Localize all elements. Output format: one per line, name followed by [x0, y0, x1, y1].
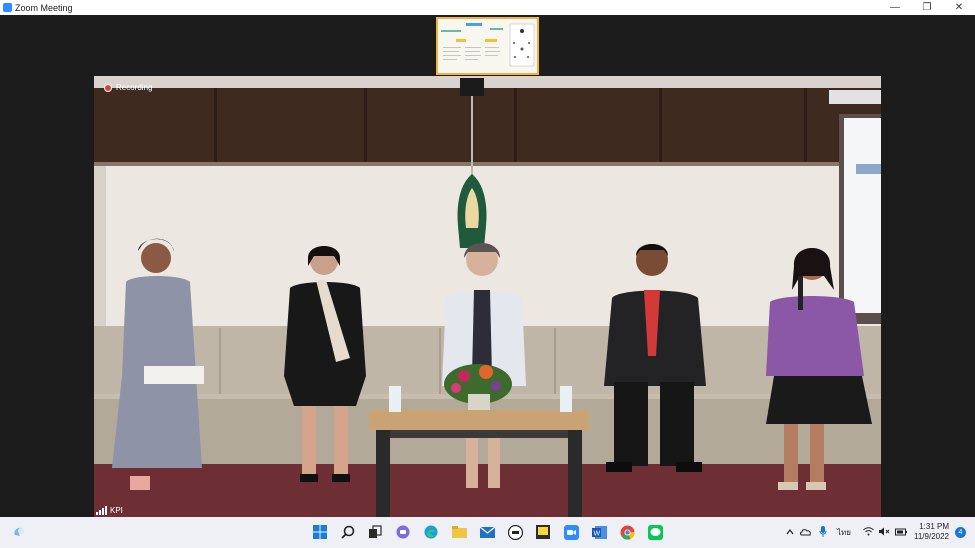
minimize-button[interactable]: —: [879, 0, 911, 15]
participant-name: KPI: [110, 506, 123, 515]
search-icon[interactable]: [340, 524, 356, 540]
zoom-icon[interactable]: [563, 524, 579, 540]
sticky-notes-icon[interactable]: [535, 524, 551, 540]
wifi-icon[interactable]: [863, 527, 874, 538]
mail-icon[interactable]: [479, 524, 495, 540]
clock-date: 11/9/2022: [914, 532, 949, 541]
shared-screen-content: [438, 19, 537, 73]
microphone-icon[interactable]: [819, 526, 827, 539]
clock[interactable]: 1:31 PM 11/9/2022: [914, 522, 949, 542]
system-tray: ไทย: [784, 517, 907, 548]
recording-dot-icon: [104, 83, 112, 92]
zoom-app-icon: [3, 3, 12, 12]
line-icon[interactable]: [647, 524, 663, 540]
window-controls: — ❐ ✕: [879, 0, 975, 15]
onedrive-icon[interactable]: [800, 528, 812, 538]
window-title: Zoom Meeting: [15, 2, 73, 13]
recording-indicator[interactable]: Recording: [104, 83, 152, 92]
recording-label: Recording: [116, 83, 153, 92]
chat-icon[interactable]: [395, 524, 411, 540]
title-bar: Zoom Meeting — ❐ ✕: [0, 0, 975, 15]
language-indicator[interactable]: ไทย: [837, 526, 851, 539]
widgets-icon[interactable]: [11, 524, 27, 540]
close-button[interactable]: ✕: [943, 0, 975, 15]
task-view-icon[interactable]: [367, 524, 383, 540]
maximize-button[interactable]: ❐: [911, 0, 943, 15]
signal-strength-icon: [96, 506, 107, 515]
volume-muted-icon[interactable]: [878, 527, 890, 538]
notification-badge[interactable]: 4: [955, 527, 966, 538]
dell-icon[interactable]: [507, 524, 523, 540]
start-icon[interactable]: [312, 524, 328, 540]
battery-icon[interactable]: [894, 528, 907, 538]
main-video[interactable]: Recording KPI: [94, 76, 881, 517]
taskbar: W ไทย 1:31 PM 11/9/2022 4: [0, 517, 975, 548]
file-explorer-icon[interactable]: [451, 524, 467, 540]
word-icon[interactable]: W: [591, 524, 607, 540]
shared-screen-thumbnail[interactable]: [436, 17, 539, 75]
clock-time: 1:31 PM: [919, 522, 949, 531]
video-scene: [94, 76, 881, 517]
chrome-icon[interactable]: [619, 524, 635, 540]
meeting-stage: Recording KPI: [0, 15, 975, 517]
svg-text:W: W: [593, 530, 600, 537]
chevron-up-icon[interactable]: [784, 528, 796, 537]
edge-icon[interactable]: [423, 524, 439, 540]
participant-label: KPI: [96, 506, 123, 515]
